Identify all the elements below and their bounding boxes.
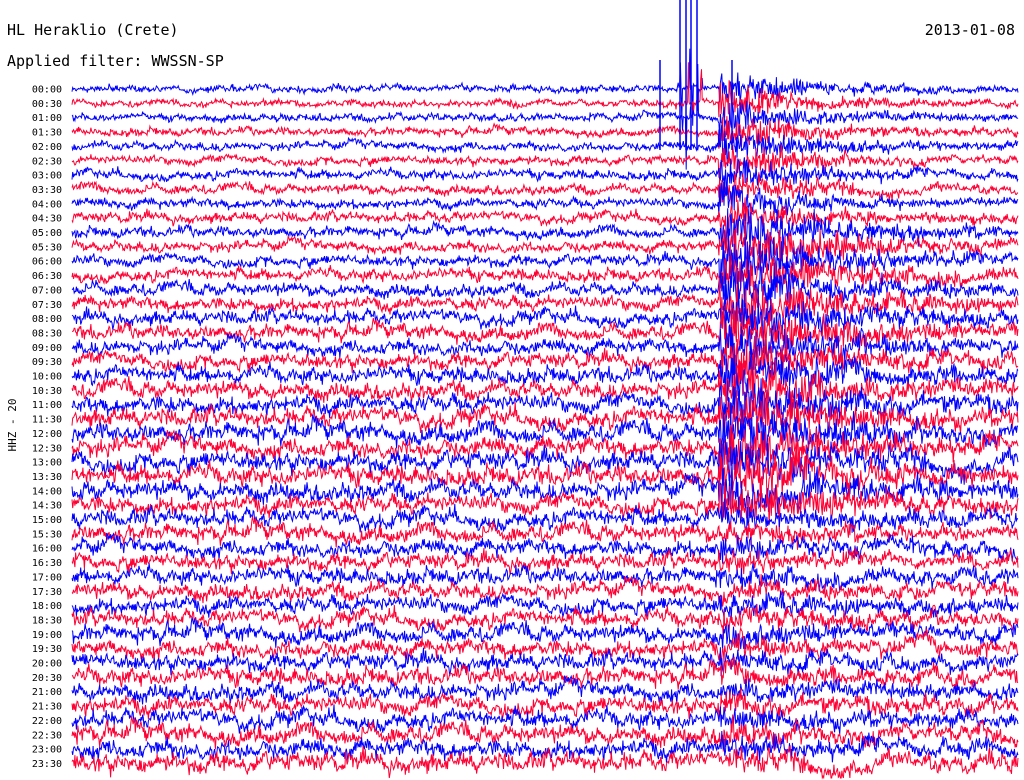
time-tick-label: 18:30 <box>32 615 62 626</box>
time-tick-label: 00:30 <box>32 99 62 110</box>
time-tick-label: 03:00 <box>32 171 62 182</box>
time-tick-label: 00:00 <box>32 85 62 96</box>
time-tick-label: 01:30 <box>32 128 62 139</box>
time-tick-label: 05:30 <box>32 242 62 253</box>
time-tick-label: 06:30 <box>32 271 62 282</box>
time-tick-label: 12:00 <box>32 429 62 440</box>
time-tick-label: 03:30 <box>32 185 62 196</box>
time-tick-label: 07:00 <box>32 285 62 296</box>
channel-label: HHZ - 20 <box>6 399 19 452</box>
time-tick-label: 16:30 <box>32 558 62 569</box>
time-tick-label: 11:30 <box>32 415 62 426</box>
time-tick-label: 08:30 <box>32 328 62 339</box>
time-tick-label: 18:00 <box>32 601 62 612</box>
time-tick-label: 17:00 <box>32 572 62 583</box>
time-tick-label: 09:30 <box>32 357 62 368</box>
helicorder-plot: HL Heraklio (Crete) 2013-01-08 Applied f… <box>0 0 1024 780</box>
time-tick-label: 04:30 <box>32 214 62 225</box>
time-tick-label: 10:00 <box>32 372 62 383</box>
time-tick-label: 23:00 <box>32 745 62 756</box>
time-tick-label: 02:30 <box>32 156 62 167</box>
time-tick-label: 13:30 <box>32 472 62 483</box>
time-tick-label: 09:00 <box>32 343 62 354</box>
time-tick-label: 06:00 <box>32 257 62 268</box>
time-tick-label: 12:30 <box>32 443 62 454</box>
time-tick-label: 08:00 <box>32 314 62 325</box>
time-tick-label: 21:00 <box>32 687 62 698</box>
time-tick-label: 22:30 <box>32 730 62 741</box>
time-tick-label: 15:00 <box>32 515 62 526</box>
time-tick-label: 19:00 <box>32 630 62 641</box>
time-tick-label: 11:00 <box>32 400 62 411</box>
time-tick-label: 21:30 <box>32 702 62 713</box>
time-tick-label: 02:00 <box>32 142 62 153</box>
date-label: 2013-01-08 <box>925 21 1015 39</box>
time-tick-label: 19:30 <box>32 644 62 655</box>
time-tick-label: 13:00 <box>32 458 62 469</box>
time-tick-label: 14:30 <box>32 501 62 512</box>
time-tick-label: 20:00 <box>32 659 62 670</box>
time-tick-label: 20:30 <box>32 673 62 684</box>
time-tick-label: 14:00 <box>32 486 62 497</box>
time-tick-label: 15:30 <box>32 529 62 540</box>
station-title: HL Heraklio (Crete) <box>7 21 179 39</box>
time-tick-label: 22:00 <box>32 716 62 727</box>
time-tick-label: 10:30 <box>32 386 62 397</box>
time-tick-label: 07:30 <box>32 300 62 311</box>
time-tick-label: 16:00 <box>32 544 62 555</box>
time-tick-label: 01:00 <box>32 113 62 124</box>
time-tick-label: 17:30 <box>32 587 62 598</box>
time-tick-label: 23:30 <box>32 759 62 770</box>
time-tick-label: 05:00 <box>32 228 62 239</box>
time-tick-label: 04:00 <box>32 199 62 210</box>
filter-label: Applied filter: WWSSN-SP <box>7 52 224 70</box>
